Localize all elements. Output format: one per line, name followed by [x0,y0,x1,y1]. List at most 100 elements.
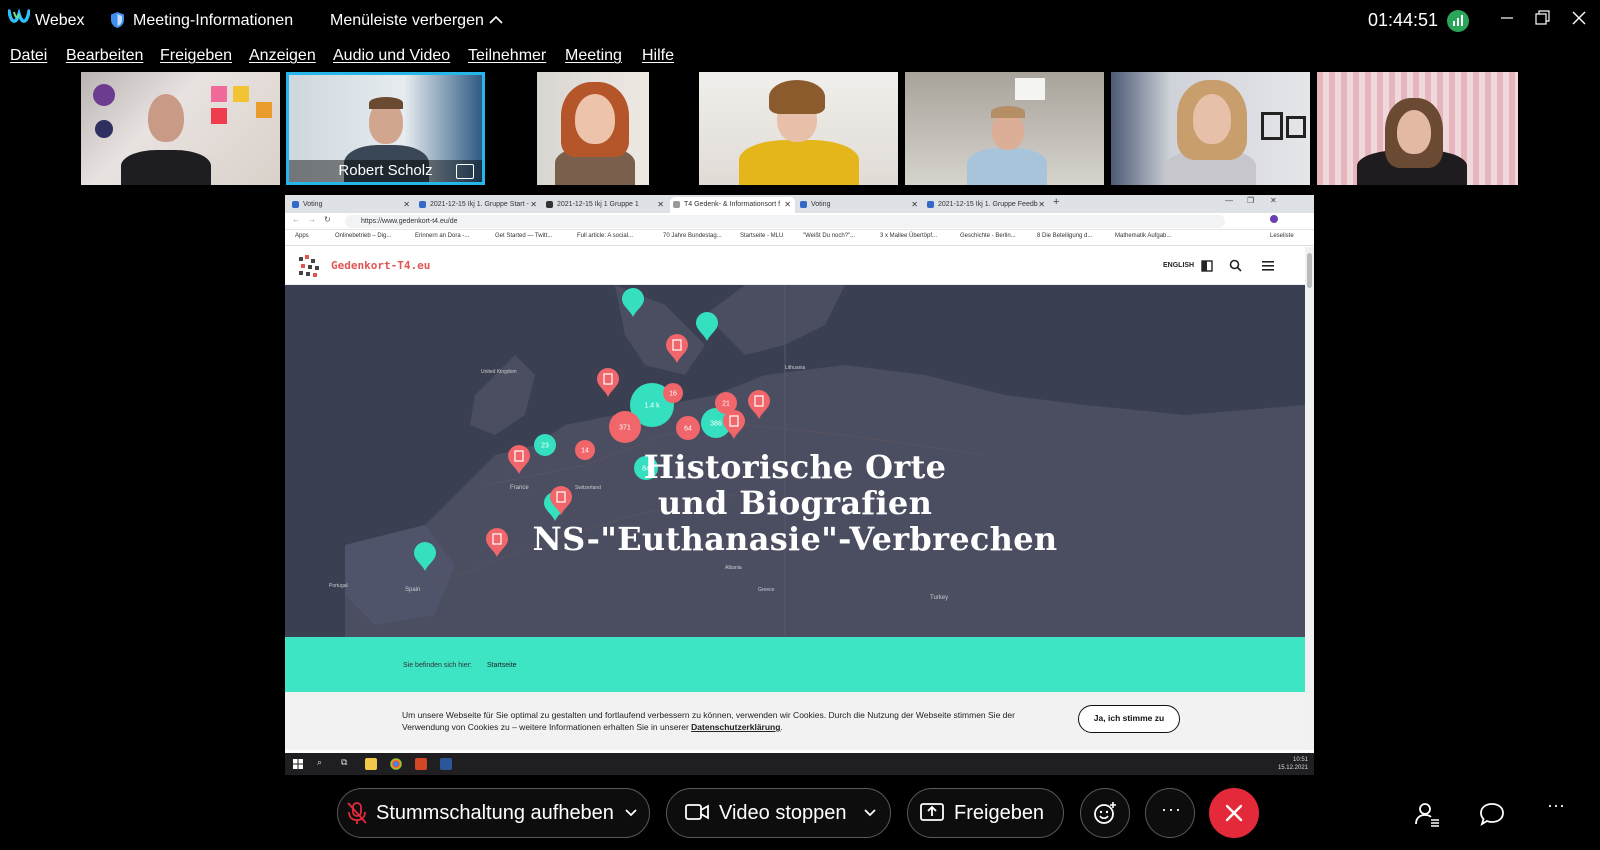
bookmark-item[interactable]: Geschichte - Berlin... [960,233,1016,239]
bookmark-item[interactable]: Startseite - MLU [740,233,783,239]
chevron-down-icon[interactable] [624,808,638,818]
tab-close-icon[interactable]: ✕ [911,197,918,212]
site-logo-icon[interactable] [297,253,323,279]
browser-tab[interactable]: 2021-12-15 Ikj 1. Gruppe Start - ✕ [416,197,541,213]
layout-toggle-icon[interactable] [1201,260,1213,272]
menu-freigeben[interactable]: Freigeben [160,47,232,65]
task-view-icon[interactable]: ⧉ [341,757,347,768]
menu-meeting[interactable]: Meeting [565,47,622,65]
chevron-down-icon[interactable] [863,808,877,818]
menu-audio-video[interactable]: Audio und Video [333,47,450,65]
browser-tab[interactable]: Voting ✕ [797,197,922,213]
participant-name [905,163,1104,185]
hamburger-menu-icon[interactable] [1262,260,1274,271]
reload-icon[interactable]: ↻ [324,215,331,224]
menu-bearbeiten[interactable]: Bearbeiten [66,47,143,65]
participant-video-tile[interactable] [905,72,1104,185]
tab-close-icon[interactable]: ✕ [1038,197,1045,212]
menu-hilfe[interactable]: Hilfe [642,47,674,65]
tab-favicon-icon [546,201,553,208]
muted-microphone-icon [347,802,367,824]
minimize-icon[interactable] [1493,8,1521,28]
browser-address-row: ← → ↻ https://www.gedenkort-t4.eu/de [285,213,1314,230]
participant-name [493,163,692,185]
close-icon[interactable] [1565,8,1593,28]
bookmark-item[interactable]: 8 Die Beteiligung d... [1037,233,1092,239]
browser-tab[interactable]: 2021-12-15 Ikj 1. Gruppe Feedb ✕ [924,197,1049,213]
menu-datei[interactable]: Datei [10,47,47,65]
menu-anzeigen[interactable]: Anzeigen [249,47,316,65]
leave-meeting-button[interactable] [1209,788,1259,838]
bookmark-item[interactable]: Get Started — Twitt... [495,233,552,239]
file-explorer-icon[interactable] [365,758,377,770]
bookmark-item[interactable]: Mathematik Aufgab... [1115,233,1171,239]
tab-close-icon[interactable]: ✕ [784,197,791,212]
stop-video-button[interactable]: Video stoppen [666,788,891,838]
browser-minimize-icon[interactable]: — [1225,196,1233,205]
back-icon[interactable]: ← [292,215,300,224]
browser-restore-icon[interactable]: ❐ [1247,196,1254,205]
tab-close-icon[interactable]: ✕ [530,197,537,212]
search-icon[interactable] [1229,259,1242,272]
breadcrumb-home-link[interactable]: Startseite [487,662,517,669]
chevron-up-icon[interactable] [488,15,504,25]
browser-tab[interactable]: 2021-12-15 Ikj 1 Gruppe 1 ✕ [543,197,668,213]
tab-close-icon[interactable]: ✕ [657,197,664,212]
chat-icon[interactable] [1479,801,1505,827]
bookmark-item[interactable]: Apps [295,233,309,239]
more-panels-icon[interactable]: ··· [1547,795,1565,816]
participant-video-tile[interactable] [1111,72,1310,185]
cookie-banner: Um unsere Webseite für Sie optimal zu ge… [285,692,1305,750]
browser-tab-strip: Voting ✕ 2021-12-15 Ikj 1. Gruppe Start -… [285,195,1314,213]
tab-favicon-icon [292,201,299,208]
reading-list[interactable]: Leseliste [1270,233,1294,239]
scrollbar-thumb[interactable] [1307,253,1312,288]
taskbar-time: 10:51 [1292,757,1308,763]
forward-icon[interactable]: → [308,215,316,224]
tab-close-icon[interactable]: ✕ [403,197,410,212]
participants-icon[interactable] [1414,801,1440,827]
privacy-policy-link[interactable]: Datenschutzerklärung [691,722,780,732]
participant-video-tile-active[interactable]: Robert Scholz [286,72,485,185]
tab-title: T4 Gedenk- & Informationsort f [684,201,781,208]
menu-teilnehmer[interactable]: Teilnehmer [468,47,546,65]
browser-tab[interactable]: Voting ✕ [289,197,414,213]
address-bar[interactable]: https://www.gedenkort-t4.eu/de [345,215,1225,228]
bookmark-item[interactable]: Erinnern an Dora -... [415,233,469,239]
browser-close-icon[interactable]: ✕ [1270,196,1277,205]
hero-title-line: Historische Orte [643,448,947,486]
bookmark-item[interactable]: 3 x Mallee Übertöpf... [880,233,937,239]
participant-video-tile[interactable] [81,72,280,185]
reactions-button[interactable] [1080,788,1130,838]
restore-icon[interactable] [1528,8,1556,28]
participant-video-tile[interactable] [699,72,898,185]
bookmark-item[interactable]: Full article: A social... [577,233,633,239]
participant-video-tile[interactable] [493,72,692,185]
share-button[interactable]: Freigeben [907,788,1064,838]
chrome-icon[interactable] [390,758,402,770]
windows-start-icon[interactable] [293,759,303,769]
taskbar-clock[interactable]: 10:51 15.12.2021 [1278,756,1308,772]
powerpoint-icon[interactable] [415,758,427,770]
site-name[interactable]: Gedenkort-T4.eu [331,259,430,272]
taskbar-search-icon[interactable]: ⌕ [317,757,322,768]
network-quality-icon[interactable] [1447,10,1469,32]
unmute-button[interactable]: Stummschaltung aufheben [337,788,650,838]
bookmark-item[interactable]: Onlinebetrieb – Dig... [335,233,391,239]
map-cluster-count: 386 [710,421,722,428]
participant-video-tile[interactable] [1317,72,1518,185]
language-switch-link[interactable]: ENGLISH [1163,262,1194,269]
browser-tab-active[interactable]: T4 Gedenk- & Informationsort f ✕ [670,197,795,213]
accept-cookies-button[interactable]: Ja, ich stimme zu [1078,705,1180,733]
bookmark-item[interactable]: 70 Jahre Bundestag... [663,233,722,239]
word-icon[interactable] [440,758,452,770]
share-screen-icon [920,803,944,821]
hide-menu-button[interactable]: Menüleiste verbergen [330,12,484,30]
new-tab-icon[interactable]: + [1053,196,1059,208]
bookmark-item[interactable]: "Weißt Du noch?"... [803,233,855,239]
shield-icon[interactable] [110,11,125,29]
profile-avatar[interactable] [1270,215,1278,223]
more-options-button[interactable]: ··· [1145,788,1195,838]
meeting-info-button[interactable]: Meeting-Informationen [133,12,293,30]
page-scrollbar[interactable] [1305,247,1314,750]
